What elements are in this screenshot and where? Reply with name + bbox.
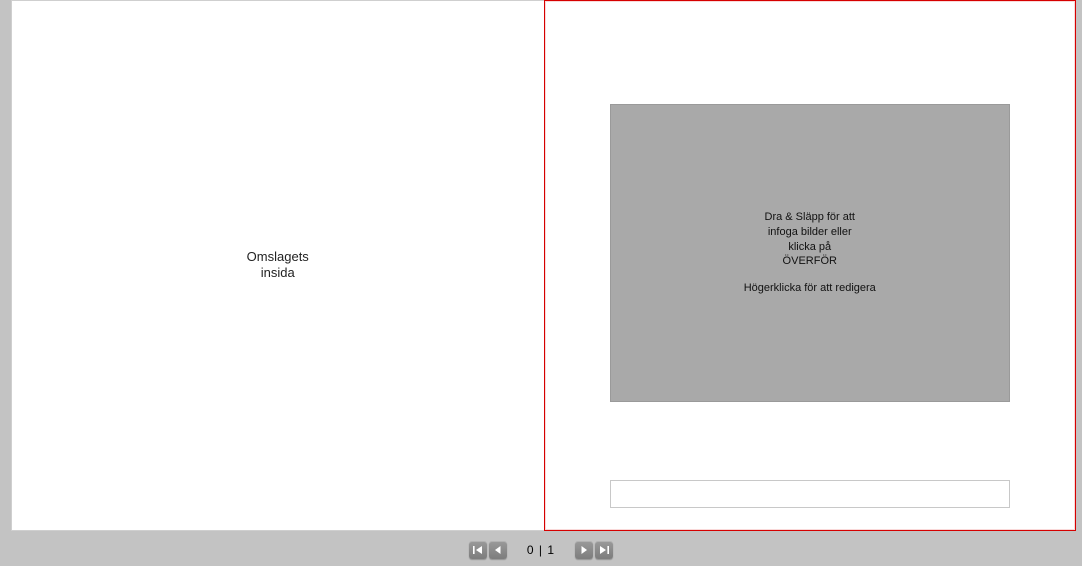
inside-cover-label-line1: Omslagets bbox=[247, 249, 309, 264]
page-navigation: 0 | 1 bbox=[0, 537, 1082, 563]
editor-workspace: Omslagets insida Dra & Släpp för att inf… bbox=[0, 0, 1082, 566]
first-page-button[interactable] bbox=[469, 541, 487, 559]
image-drop-zone[interactable]: Dra & Släpp för att infoga bilder eller … bbox=[610, 104, 1011, 402]
chevron-left-icon bbox=[493, 545, 503, 555]
nav-group-back bbox=[469, 541, 507, 559]
left-page[interactable]: Omslagets insida bbox=[11, 0, 544, 531]
last-page-icon bbox=[599, 545, 609, 555]
nav-group-forward bbox=[575, 541, 613, 559]
page-indicator: 0 | 1 bbox=[523, 543, 559, 557]
drop-hint-line5: Högerklicka för att redigera bbox=[744, 281, 876, 296]
next-page-button[interactable] bbox=[575, 541, 593, 559]
inside-cover-label-line2: insida bbox=[261, 266, 295, 281]
drop-hint-line1: Dra & Släpp för att bbox=[765, 210, 856, 225]
drop-hint-line3: klicka på bbox=[765, 240, 856, 255]
chevron-right-icon bbox=[579, 545, 589, 555]
first-page-icon bbox=[473, 545, 483, 555]
last-page-button[interactable] bbox=[595, 541, 613, 559]
caption-text-field[interactable] bbox=[610, 480, 1011, 508]
drop-hint-line4: ÖVERFÖR bbox=[765, 254, 856, 269]
inside-cover-label: Omslagets insida bbox=[247, 249, 309, 283]
page-spread: Omslagets insida Dra & Släpp för att inf… bbox=[11, 0, 1076, 531]
prev-page-button[interactable] bbox=[489, 541, 507, 559]
drop-hint-line2: infoga bilder eller bbox=[765, 225, 856, 240]
right-page[interactable]: Dra & Släpp för att infoga bilder eller … bbox=[544, 0, 1077, 531]
